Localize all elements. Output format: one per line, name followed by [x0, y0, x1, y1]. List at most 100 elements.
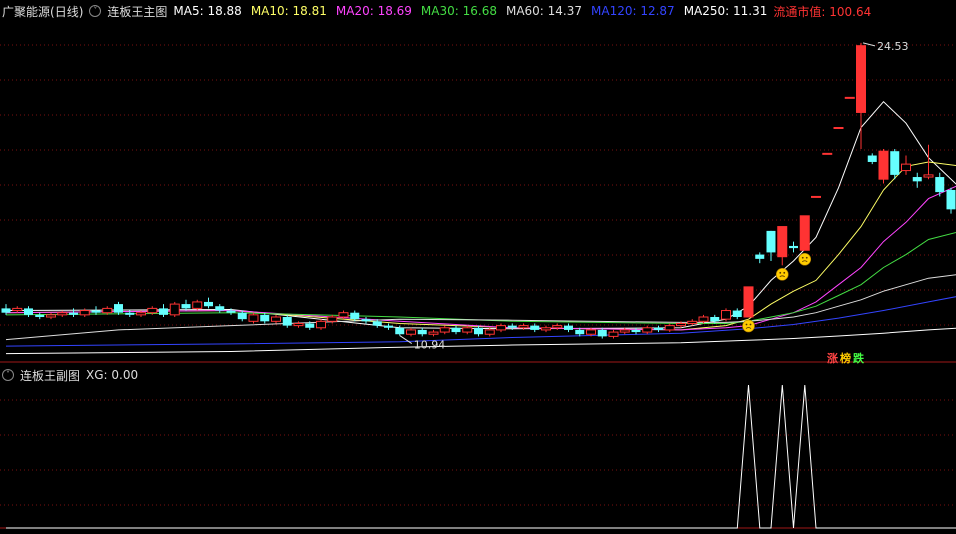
candle-body — [384, 325, 393, 328]
candle — [766, 230, 776, 262]
ma-line-ma10 — [5, 161, 956, 331]
ma-lines — [5, 100, 956, 355]
market-cap: 流通市值: 100.64 — [773, 4, 872, 19]
candle — [822, 152, 833, 155]
candle-body — [631, 329, 641, 333]
candle — [856, 42, 866, 150]
candle-body — [181, 304, 191, 309]
candle-body — [552, 325, 563, 329]
candle-body — [12, 307, 23, 312]
candle — [530, 323, 540, 333]
candle-body — [664, 325, 675, 331]
sub-indicator-name[interactable]: 连板王副图 — [20, 367, 80, 384]
candle — [811, 195, 821, 198]
chevron-down-icon[interactable]: ˅ — [2, 369, 14, 381]
candle — [631, 327, 641, 335]
candle-body — [260, 314, 270, 322]
stock-name: 广聚能源 — [2, 4, 51, 19]
candle-body — [507, 325, 517, 328]
candle — [1, 304, 11, 315]
candle — [69, 308, 78, 318]
candle-body — [439, 327, 450, 333]
ma-legend-item: MA60: 14.37 — [505, 4, 583, 18]
candle-body — [428, 331, 439, 335]
candle-body — [856, 45, 866, 113]
high-price-label: 24.53 — [877, 40, 909, 53]
candle — [901, 155, 911, 175]
candle-body — [114, 304, 123, 313]
candle-body — [811, 195, 821, 198]
smiley-face — [775, 268, 789, 281]
chevron-down-icon[interactable]: ˅ — [89, 5, 102, 17]
candle-body — [159, 308, 168, 315]
candle-body — [46, 314, 56, 318]
candle — [844, 96, 855, 99]
candle — [743, 286, 754, 318]
price-grid — [0, 44, 956, 529]
candle-body — [215, 306, 225, 311]
candle-body — [833, 127, 844, 130]
candle-body — [24, 308, 33, 315]
sub-chart-header: ˅ 连板王副图 XG: 0.00 — [2, 366, 138, 384]
candle-body — [192, 301, 203, 309]
candle — [755, 252, 765, 264]
candle-body — [687, 320, 698, 324]
candle — [12, 306, 23, 313]
candle-body — [676, 322, 686, 327]
candle-body — [147, 307, 158, 314]
candle — [316, 319, 326, 330]
ma-legend-item: MA120: 12.87 — [591, 4, 675, 18]
ma-legend-item: MA250: 11.31 — [683, 4, 768, 18]
candle-body — [721, 310, 731, 320]
candle — [878, 149, 889, 184]
chart-canvas: 24.53 10.94 — [0, 40, 956, 529]
candle — [169, 301, 180, 318]
candle-body — [417, 329, 427, 335]
ma-legend-item: MA5: 18.88 — [173, 4, 242, 18]
candle — [541, 325, 551, 333]
candle-body — [327, 316, 338, 322]
candle-body — [406, 329, 416, 335]
candle-body — [935, 177, 945, 193]
candle-body — [338, 312, 349, 318]
rank-tag[interactable]: 涨榜跌 — [826, 350, 865, 366]
indicator-name[interactable]: 连板王主图 — [107, 3, 167, 20]
candle — [46, 312, 56, 320]
candle-body — [372, 321, 382, 326]
rank-tag-char: 榜 — [840, 352, 851, 365]
candle-body — [822, 152, 833, 155]
candle-body — [169, 303, 180, 316]
candle — [428, 329, 439, 337]
candle-body — [451, 327, 461, 333]
xg-value: XG: 0.00 — [86, 368, 139, 382]
candle — [159, 304, 168, 318]
candle — [237, 310, 247, 322]
candle — [451, 325, 461, 335]
candle-body — [496, 325, 506, 331]
candle-body — [350, 312, 360, 320]
low-price-label: 10.94 — [414, 339, 446, 352]
candle-body — [766, 230, 776, 253]
candle — [721, 308, 731, 322]
candle-body — [35, 314, 45, 318]
ma-legend-item: MA10: 18.81 — [250, 4, 327, 18]
candle-body — [597, 329, 607, 337]
candle-body — [654, 327, 663, 330]
candle-body — [575, 329, 585, 335]
candle — [732, 308, 742, 320]
candle — [462, 325, 473, 335]
smiley-face — [798, 252, 812, 266]
candle-body — [698, 316, 709, 322]
ma-legend-item: MA20: 18.69 — [335, 4, 412, 18]
candle — [181, 299, 191, 311]
candle-body — [878, 150, 889, 180]
candle — [935, 172, 945, 197]
candle — [654, 325, 663, 333]
candle-body — [125, 312, 135, 315]
candle-body — [890, 151, 900, 175]
sub-chart — [6, 384, 956, 529]
period-label: (日线) — [50, 4, 84, 19]
candle-body — [789, 245, 798, 249]
candle — [293, 321, 304, 328]
candle — [777, 226, 788, 266]
